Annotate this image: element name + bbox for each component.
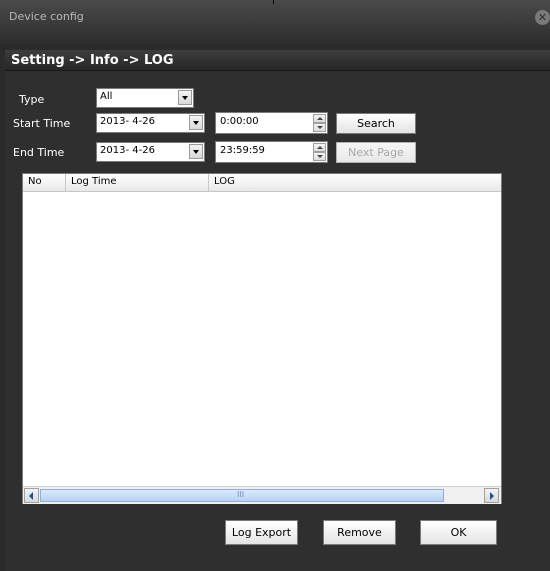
column-header-no[interactable]: No <box>23 174 66 191</box>
end-time-spinner[interactable]: 23:59:59 <box>215 141 328 163</box>
breadcrumb: Setting -> Info -> LOG <box>11 53 174 68</box>
remove-button[interactable]: Remove <box>323 520 396 545</box>
scroll-grip: III <box>237 490 245 499</box>
search-button[interactable]: Search <box>336 113 416 134</box>
scroll-thumb[interactable]: III <box>40 489 444 502</box>
end-time-label: End Time <box>13 146 65 159</box>
chevron-down-icon[interactable] <box>178 90 192 105</box>
close-icon[interactable]: ✕ <box>535 10 550 25</box>
chevron-down-icon[interactable] <box>189 115 203 130</box>
content-panel: Setting -> Info -> LOG Type All Start Ti… <box>5 50 550 571</box>
spin-buttons <box>313 114 326 132</box>
type-select[interactable]: All <box>96 88 194 108</box>
end-date-value: 2013- 4-26 <box>100 145 155 156</box>
log-table[interactable]: No Log Time LOG III <box>22 173 502 504</box>
spin-up-icon[interactable] <box>313 114 326 123</box>
ok-button[interactable]: OK <box>420 520 497 545</box>
spin-down-icon[interactable] <box>313 123 326 132</box>
start-time-label: Start Time <box>13 117 71 130</box>
breadcrumb-bar: Setting -> Info -> LOG <box>5 50 550 71</box>
spin-up-icon[interactable] <box>313 143 326 152</box>
spin-down-icon[interactable] <box>313 152 326 161</box>
device-config-window: Device config ✕ Setting -> Info -> LOG T… <box>0 0 550 571</box>
next-page-button[interactable]: Next Page <box>336 142 416 163</box>
title-bar[interactable]: Device config ✕ <box>0 0 550 44</box>
table-header: No Log Time LOG <box>23 174 501 192</box>
window-title: Device config <box>9 10 84 23</box>
arrow-right-icon[interactable] <box>484 488 499 503</box>
log-export-button[interactable]: Log Export <box>225 520 298 545</box>
start-time-value: 0:00:00 <box>220 116 259 127</box>
end-time-value: 23:59:59 <box>220 145 265 156</box>
start-time-spinner[interactable]: 0:00:00 <box>215 112 328 134</box>
type-select-value: All <box>100 91 113 102</box>
spin-buttons <box>313 143 326 161</box>
title-mark <box>273 0 274 4</box>
chevron-down-icon[interactable] <box>189 144 203 159</box>
column-header-log-time[interactable]: Log Time <box>66 174 209 191</box>
arrow-left-icon[interactable] <box>24 488 39 503</box>
column-header-log[interactable]: LOG <box>209 174 501 191</box>
end-date-select[interactable]: 2013- 4-26 <box>96 142 205 162</box>
type-label: Type <box>19 93 45 106</box>
horizontal-scrollbar[interactable]: III <box>23 486 501 504</box>
start-date-value: 2013- 4-26 <box>100 116 155 127</box>
start-date-select[interactable]: 2013- 4-26 <box>96 113 205 133</box>
